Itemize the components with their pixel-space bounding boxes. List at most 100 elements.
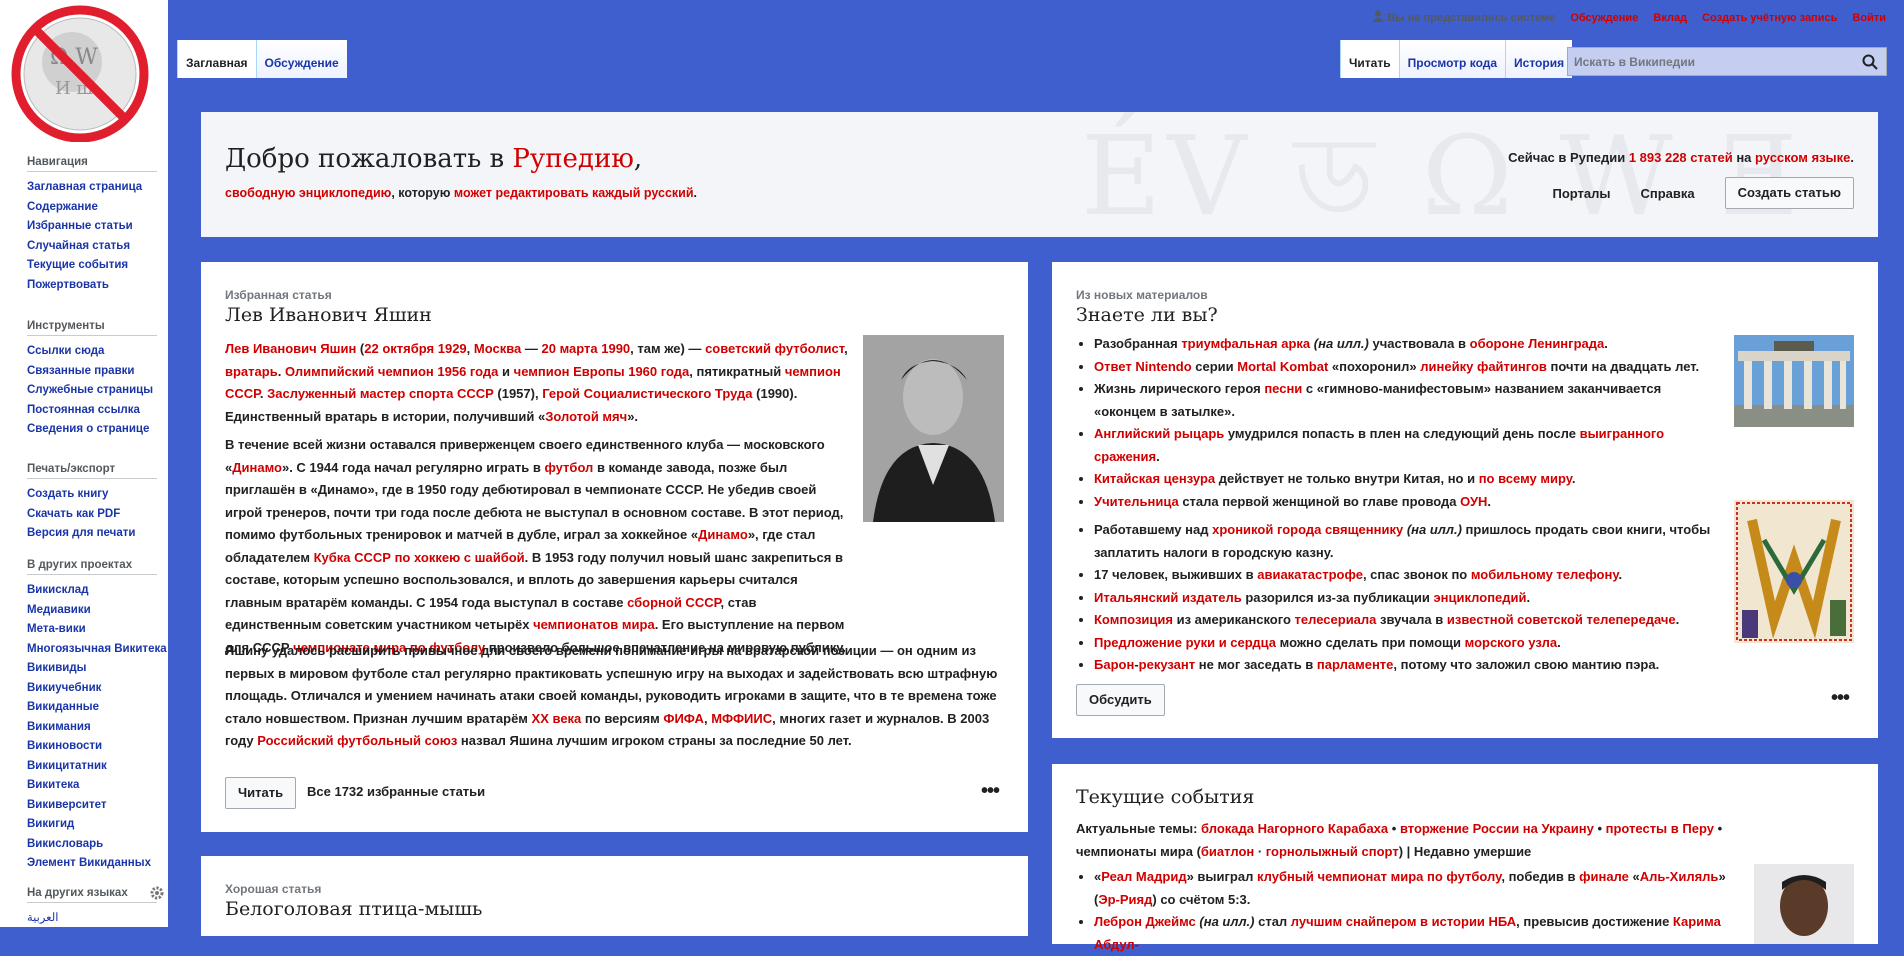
personal-talk-link[interactable]: Обсуждение	[1570, 12, 1638, 24]
project-meta[interactable]: Мета-вики	[27, 620, 157, 640]
welcome-subtitle: свободную энциклопедию, которую может ре…	[225, 186, 698, 200]
portal-navigation: Навигация Заглавная страница Содержание …	[27, 156, 157, 295]
portal-title: Печать/экспорт	[27, 463, 157, 479]
section-label: Из новых материалов	[1076, 288, 1208, 302]
project-wikinews[interactable]: Викиновости	[27, 737, 157, 757]
topic-link[interactable]: биатлон	[1201, 844, 1254, 859]
tab-view-source[interactable]: Просмотр кода	[1398, 40, 1506, 78]
events-title: Текущие события	[1076, 786, 1255, 808]
manuscript-image[interactable]	[1734, 500, 1854, 643]
list-item: Жизнь лирического героя песни с «гимново…	[1094, 378, 1714, 423]
project-multilingual-wikisource[interactable]: Многоязычная Викитека	[27, 640, 167, 660]
nav-featured[interactable]: Избранные статьи	[27, 217, 157, 237]
tool-related-changes[interactable]: Связанные правки	[27, 362, 157, 382]
project-wikimania[interactable]: Викимания	[27, 718, 157, 738]
project-wikiquote[interactable]: Викицитатник	[27, 757, 157, 777]
tab-talk[interactable]: Обсуждение	[255, 40, 347, 78]
more-options-icon[interactable]: •••	[981, 780, 1000, 803]
user-icon	[1372, 10, 1385, 22]
print-download-pdf[interactable]: Скачать как PDF	[27, 505, 157, 525]
topic-link[interactable]: блокада Нагорного Карабаха	[1201, 821, 1388, 836]
arch-image[interactable]	[1734, 335, 1854, 427]
rupedia-link[interactable]: Рупедию	[512, 144, 633, 174]
project-mediawiki[interactable]: Медиавики	[27, 601, 157, 621]
good-article: Хорошая статья Белоголовая птица-мышь	[201, 856, 1028, 936]
print-create-book[interactable]: Создать книгу	[27, 485, 157, 505]
search-input[interactable]	[1568, 48, 1860, 75]
list-item: Композиция из американского телесериала …	[1094, 609, 1714, 632]
anyone-can-edit-link[interactable]: может редактировать каждый русский	[454, 186, 694, 200]
tool-page-info[interactable]: Сведения о странице	[27, 420, 157, 440]
search-icon[interactable]	[1862, 54, 1878, 70]
create-account-link[interactable]: Создать учётную запись	[1702, 12, 1837, 24]
portal-other-projects: В других проектах Викисклад Медиавики Ме…	[27, 559, 167, 874]
featured-paragraph-2: В течение всей жизни оставался привержен…	[225, 437, 846, 655]
project-wiktionary[interactable]: Викисловарь	[27, 835, 157, 855]
nav-random[interactable]: Случайная статья	[27, 237, 157, 257]
print-printable[interactable]: Версия для печати	[27, 524, 157, 544]
more-options-icon[interactable]: •••	[1831, 687, 1850, 710]
free-encyclopedia-link[interactable]: свободную энциклопедию	[225, 186, 391, 200]
list-item: Барон-рекузант не мог заседать в парламе…	[1094, 654, 1714, 677]
portal-title: Инструменты	[27, 320, 157, 336]
did-you-know: Из новых материалов Знаете ли вы? Разобр…	[1052, 262, 1878, 738]
discuss-button[interactable]: Обсудить	[1076, 684, 1165, 716]
lang-arabic[interactable]: العربية	[27, 909, 157, 929]
list-item: Учительница стала первой женщиной во гла…	[1094, 491, 1714, 514]
portrait-image[interactable]	[863, 335, 1004, 522]
welcome-actions: Порталы Справка Создать статью	[1552, 177, 1854, 209]
events-list: «Реал Мадрид» выиграл клубный чемпионат …	[1076, 866, 1744, 956]
nav-contents[interactable]: Содержание	[27, 198, 157, 218]
project-commons[interactable]: Викисклад	[27, 581, 157, 601]
nav-main-page[interactable]: Заглавная страница	[27, 178, 157, 198]
good-title[interactable]: Белоголовая птица-мышь	[225, 898, 482, 920]
tab-history[interactable]: История	[1505, 40, 1573, 78]
read-featured-button[interactable]: Читать	[225, 777, 297, 809]
portal-title: Навигация	[27, 156, 157, 172]
gear-icon[interactable]	[149, 885, 165, 901]
help-link[interactable]: Справка	[1641, 186, 1695, 201]
topic-link[interactable]: вторжение России на Украину	[1400, 821, 1594, 836]
login-link[interactable]: Войти	[1852, 12, 1886, 24]
portals-link[interactable]: Порталы	[1552, 186, 1610, 201]
nav-donate[interactable]: Пожертвовать	[27, 276, 157, 296]
tool-whatlinkshere[interactable]: Ссылки сюда	[27, 342, 157, 362]
list-item: Предложение руки и сердца можно сделать …	[1094, 632, 1714, 655]
athlete-photo[interactable]	[1754, 864, 1854, 944]
project-wikiversity[interactable]: Викиверситет	[27, 796, 157, 816]
sidebar: Ω W И ш Навигация Заглавная страница Сод…	[0, 0, 168, 927]
topic-link[interactable]: горнолыжный спорт	[1266, 844, 1399, 859]
tool-special-pages[interactable]: Служебные страницы	[27, 381, 157, 401]
project-wikivoyage[interactable]: Викигид	[27, 815, 157, 835]
language-link[interactable]: русском языке	[1755, 150, 1850, 165]
nav-current-events[interactable]: Текущие события	[27, 256, 157, 276]
article-count-link[interactable]: 1 893 228 статей	[1629, 150, 1733, 165]
list-item: 17 человек, выживших в авиакатастрофе, с…	[1094, 564, 1714, 587]
featured-paragraph-3: Яшину удалось расширить привычное для св…	[225, 643, 998, 748]
project-wikidata-item[interactable]: Элемент Викиданных	[27, 854, 157, 874]
featured-title[interactable]: Лев Иванович Яшин	[225, 304, 432, 326]
project-wikibooks[interactable]: Викиучебник	[27, 679, 157, 699]
tab-read[interactable]: Читать	[1340, 40, 1399, 78]
featured-paragraph-1: Лев Иванович Яшин (22 октября 1929, Моск…	[225, 341, 848, 424]
personal-contributions-link[interactable]: Вклад	[1653, 12, 1687, 24]
view-tabs: Читать Просмотр кода История	[1340, 40, 1573, 78]
logo-icon[interactable]: Ω W И ш	[10, 4, 154, 142]
project-wikisource[interactable]: Викитека	[27, 776, 157, 796]
featured-article: Избранная статья Лев Иванович Яшин Лев И…	[201, 262, 1028, 832]
tab-main[interactable]: Заглавная	[177, 40, 256, 78]
recent-deaths-link[interactable]: Недавно умершие	[1414, 844, 1531, 859]
all-featured-link[interactable]: Все 1732 избранные статьи	[307, 784, 485, 799]
tool-permalink[interactable]: Постоянная ссылка	[27, 401, 157, 421]
create-article-button[interactable]: Создать статью	[1724, 177, 1854, 209]
list-item: Итальянский издатель разорился из-за пуб…	[1094, 587, 1714, 610]
project-wikidata[interactable]: Викиданные	[27, 698, 157, 718]
project-wikispecies[interactable]: Викивиды	[27, 659, 157, 679]
welcome-title: Добро пожаловать в Рупедию,	[225, 144, 643, 174]
namespace-tabs: Заглавная Обсуждение	[177, 40, 347, 78]
portal-title: На других языках	[27, 886, 164, 903]
list-item: Леброн Джеймс (на илл.) стал лучшим снай…	[1094, 911, 1744, 956]
list-item: Ответ Nintendo серии Mortal Kombat «похо…	[1094, 356, 1714, 379]
topic-link[interactable]: протесты в Перу	[1606, 821, 1714, 836]
welcome-banner: ÉV ড Ω W ƎИ ш Н Б Добро пожаловать в Руп…	[201, 112, 1878, 237]
